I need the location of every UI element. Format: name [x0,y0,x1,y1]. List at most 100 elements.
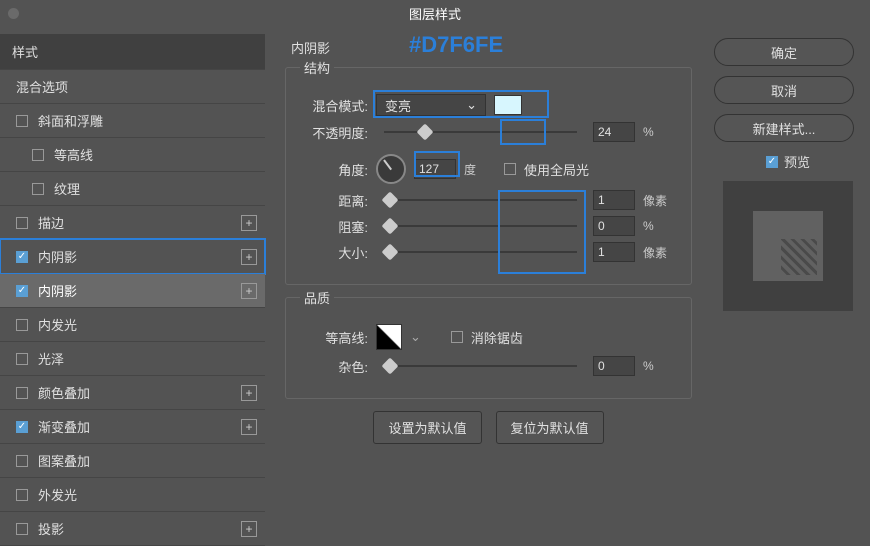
opacity-label: 不透明度: [302,123,368,142]
noise-row: 杂色: 0 % [302,356,675,376]
contour-row: 等高线: ⌄ 消除锯齿 [302,324,675,350]
sidebar-item-label: 渐变叠加 [38,417,90,436]
sidebar-item-checkbox[interactable]: ✓ [16,285,28,297]
sidebar-item-8[interactable]: 颜色叠加 + [0,376,265,410]
opacity-input[interactable]: 24 [593,122,635,142]
preview-inner [753,211,823,281]
noise-input[interactable]: 0 [593,356,635,376]
sidebar-item-11[interactable]: 外发光 [0,478,265,512]
choke-input[interactable]: 0 [593,216,635,236]
ok-button[interactable]: 确定 [714,38,854,66]
quality-group: 品质 等高线: ⌄ 消除锯齿 杂色: 0 % [285,297,692,399]
sidebar-item-checkbox[interactable] [16,115,28,127]
preview-checkbox[interactable]: ✓ [766,156,778,168]
plus-icon[interactable]: + [241,215,257,231]
sidebar-item-5[interactable]: ✓ 内阴影 + [0,274,265,308]
choke-row: 阻塞: 0 % [302,216,675,236]
defaults-row: 设置为默认值 复位为默认值 [285,411,692,444]
sidebar-item-7[interactable]: 光泽 [0,342,265,376]
sidebar-item-label: 混合选项 [16,77,68,96]
new-style-button[interactable]: 新建样式... [714,114,854,142]
angle-input[interactable]: 127 [414,159,456,179]
distance-slider[interactable] [384,199,577,201]
sidebar-item-9[interactable]: ✓ 渐变叠加 + [0,410,265,444]
size-row: 大小: 1 像素 [302,242,675,262]
global-light-label: 使用全局光 [524,160,589,179]
plus-icon[interactable]: + [241,385,257,401]
close-icon[interactable] [8,8,19,19]
distance-unit: 像素 [643,192,675,209]
styles-header[interactable]: 样式 [0,34,265,69]
sidebar-item-checkbox[interactable] [16,353,28,365]
sidebar-item-checkbox[interactable] [32,183,44,195]
contour-picker[interactable] [376,324,402,350]
chevron-down-icon[interactable]: ⌄ [410,329,421,345]
plus-icon[interactable]: + [241,249,257,265]
plus-icon[interactable]: + [241,283,257,299]
plus-icon[interactable]: + [241,521,257,537]
blend-mode-dropdown[interactable]: 变亮 ⌄ [376,94,486,116]
opacity-unit: % [643,125,675,139]
size-input[interactable]: 1 [593,242,635,262]
antialias-checkbox[interactable] [451,331,463,343]
sidebar-item-4[interactable]: ✓内阴影+ [0,240,265,274]
window-title: 图层样式 [409,4,461,23]
sidebar-item-6[interactable]: 内发光 [0,308,265,342]
blend-mode-row: 混合模式: 变亮 ⌄ [302,94,675,116]
set-default-button[interactable]: 设置为默认值 [373,411,481,444]
size-unit: 像素 [643,244,675,261]
sidebar-item-3[interactable]: 描边+ [0,206,265,240]
sidebar-item-checkbox[interactable] [32,149,44,161]
choke-slider[interactable] [384,225,577,227]
distance-label: 距离: [302,191,368,210]
sidebar-item-checkbox[interactable] [16,319,28,331]
sidebar-item-label: 图案叠加 [38,451,90,470]
sidebar: 样式 混合选项 斜面和浮雕等高线纹理描边+✓内阴影+✓内阴影+内发光光泽颜色叠加… [0,26,265,539]
sidebar-item-10[interactable]: 图案叠加 [0,444,265,478]
sidebar-item-1[interactable]: 等高线 [0,138,265,172]
sidebar-item-checkbox[interactable]: ✓ [16,251,28,263]
size-slider[interactable] [384,251,577,253]
sidebar-item-0[interactable]: 斜面和浮雕 [0,104,265,138]
global-light-checkbox[interactable] [504,163,516,175]
sidebar-item-checkbox[interactable] [16,489,28,501]
blend-mode-label: 混合模式: [302,96,368,115]
sidebar-item-label: 颜色叠加 [38,383,90,402]
structure-group-label: 结构 [300,58,334,77]
noise-slider[interactable] [384,365,577,367]
right-panel: 确定 取消 新建样式... ✓ 预览 [702,34,862,531]
sidebar-item-12[interactable]: 投影 + [0,512,265,546]
sidebar-item-label: 内阴影 [38,281,77,300]
angle-row: 角度: 127 度 使用全局光 [302,154,675,184]
sidebar-item-checkbox[interactable] [16,217,28,229]
reset-default-button[interactable]: 复位为默认值 [496,411,604,444]
titlebar: 图层样式 [0,0,870,26]
sidebar-item-label: 投影 [38,519,64,538]
panel-title: 内阴影 [291,38,692,57]
preview-swatch [723,181,853,311]
choke-label: 阻塞: [302,217,368,236]
opacity-row: 不透明度: 24 % [302,122,675,142]
sidebar-item-label: 斜面和浮雕 [38,111,103,130]
sidebar-item-checkbox[interactable]: ✓ [16,421,28,433]
opacity-slider[interactable] [384,131,577,133]
settings-panel: 内阴影 #D7F6FE 结构 混合模式: 变亮 ⌄ 不透明度: [285,34,702,531]
sidebar-item-label: 外发光 [38,485,77,504]
cancel-button[interactable]: 取消 [714,76,854,104]
sidebar-item-checkbox[interactable] [16,455,28,467]
sidebar-item-blend-options[interactable]: 混合选项 [0,69,265,104]
blend-mode-value: 变亮 [385,96,411,115]
distance-input[interactable]: 1 [593,190,635,210]
sidebar-item-checkbox[interactable] [16,523,28,535]
plus-icon[interactable]: + [241,419,257,435]
angle-dial[interactable] [376,154,406,184]
sidebar-item-checkbox[interactable] [16,387,28,399]
sidebar-item-2[interactable]: 纹理 [0,172,265,206]
structure-group: 结构 混合模式: 变亮 ⌄ 不透明度: 24 [285,67,692,285]
preview-label: 预览 [784,152,810,171]
sidebar-item-label: 等高线 [54,145,93,164]
quality-group-label: 品质 [300,288,334,307]
preview-toggle[interactable]: ✓ 预览 [714,152,862,171]
size-label: 大小: [302,243,368,262]
color-well[interactable] [494,95,522,115]
